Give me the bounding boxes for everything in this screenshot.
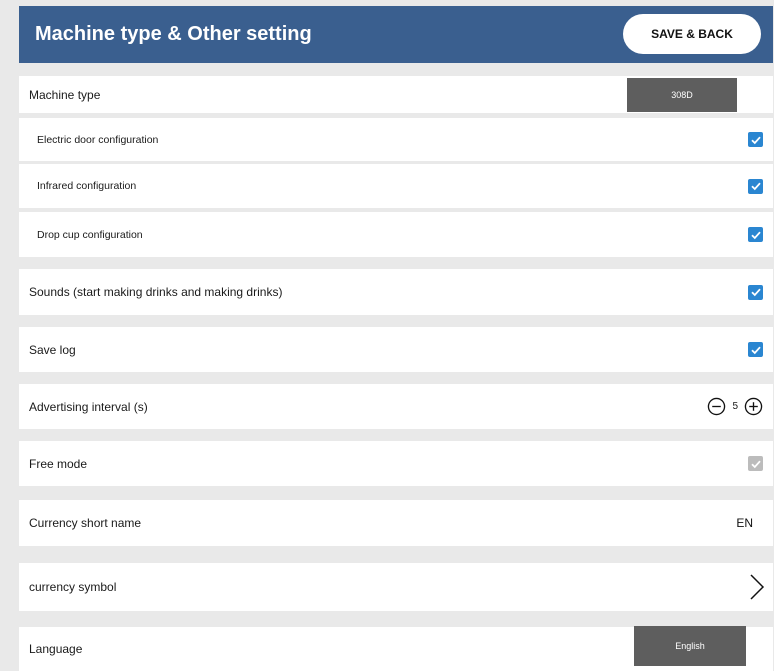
save-and-back-button[interactable]: SAVE & BACK bbox=[623, 14, 761, 54]
currency-symbol-row[interactable]: currency symbol bbox=[19, 563, 773, 611]
electric-door-label: Electric door configuration bbox=[37, 133, 159, 146]
electric-door-checkbox[interactable] bbox=[748, 132, 763, 147]
check-icon bbox=[750, 136, 761, 144]
plus-circle-icon[interactable] bbox=[744, 397, 763, 416]
advertising-interval-row: Advertising interval (s) 5 bbox=[19, 384, 773, 429]
free-mode-row: Free mode bbox=[19, 441, 773, 486]
title-bar: Machine type & Other setting SAVE & BACK bbox=[19, 6, 773, 63]
currency-short-name-value[interactable]: EN bbox=[736, 516, 753, 530]
free-mode-checkbox[interactable] bbox=[748, 456, 763, 471]
chevron-right-icon[interactable] bbox=[749, 573, 765, 601]
language-label: Language bbox=[29, 642, 83, 656]
currency-short-name-label: Currency short name bbox=[29, 516, 142, 530]
language-select[interactable]: English bbox=[634, 626, 746, 666]
sounds-checkbox[interactable] bbox=[748, 284, 763, 300]
infrared-row: Infrared configuration bbox=[19, 164, 773, 208]
drop-cup-label: Drop cup configuration bbox=[37, 228, 143, 241]
free-mode-label: Free mode bbox=[29, 456, 88, 471]
save-log-label: Save log bbox=[29, 342, 76, 357]
drop-cup-checkbox[interactable] bbox=[748, 227, 763, 242]
language-row: Language English bbox=[19, 626, 773, 671]
machine-type-label: Machine type bbox=[29, 87, 101, 102]
minus-circle-icon[interactable] bbox=[707, 397, 726, 416]
electric-door-row: Electric door configuration bbox=[19, 118, 773, 161]
check-icon bbox=[750, 288, 761, 297]
currency-short-name-row: Currency short name EN bbox=[19, 500, 773, 546]
infrared-label: Infrared configuration bbox=[37, 180, 137, 192]
check-icon bbox=[750, 231, 761, 239]
machine-type-select[interactable]: 308D bbox=[627, 77, 737, 112]
infrared-checkbox[interactable] bbox=[748, 178, 763, 194]
sounds-label: Sounds (start making drinks and making d… bbox=[29, 285, 283, 299]
sounds-row: Sounds (start making drinks and making d… bbox=[19, 269, 773, 315]
check-icon bbox=[750, 182, 761, 191]
advertising-interval-stepper: 5 bbox=[707, 397, 763, 416]
machine-type-row: Machine type 308D bbox=[19, 76, 773, 113]
save-log-checkbox[interactable] bbox=[748, 342, 763, 357]
page-title: Machine type & Other setting bbox=[35, 23, 312, 45]
advertising-interval-label: Advertising interval (s) bbox=[29, 399, 148, 414]
check-icon bbox=[750, 346, 761, 354]
check-icon bbox=[750, 460, 761, 468]
advertising-interval-value: 5 bbox=[732, 401, 738, 412]
currency-symbol-label: currency symbol bbox=[29, 580, 117, 594]
drop-cup-row: Drop cup configuration bbox=[19, 212, 773, 257]
save-log-row: Save log bbox=[19, 327, 773, 372]
